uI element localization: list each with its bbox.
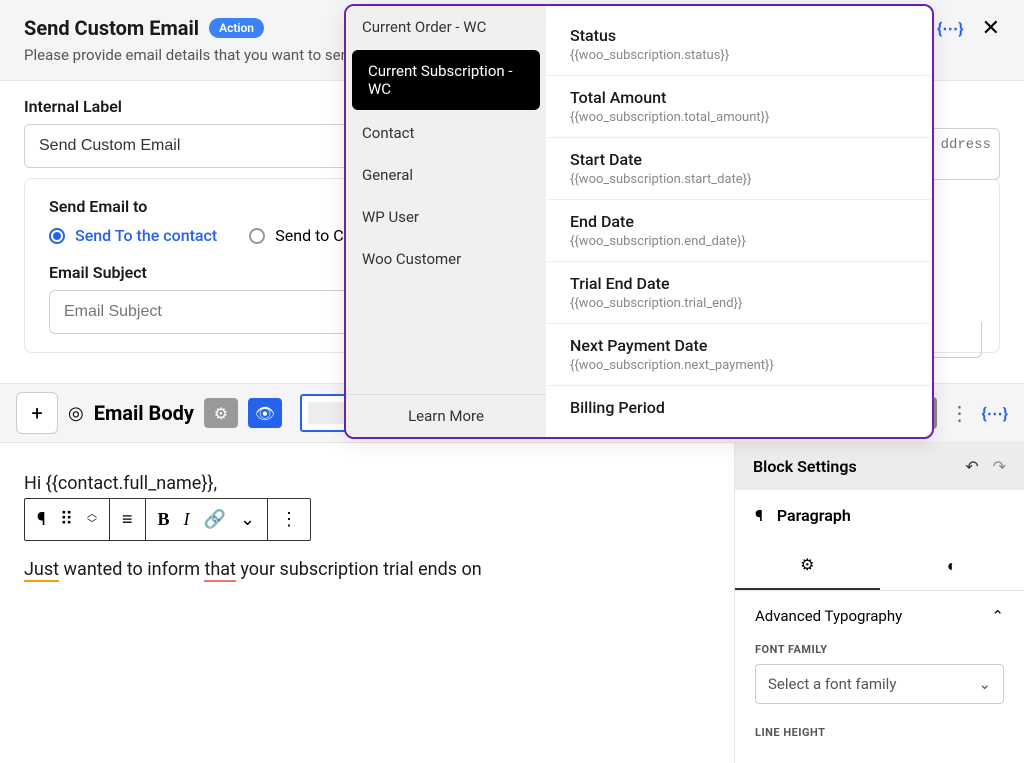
variable-item[interactable]: Start Date{{woo_subscription.start_date}…	[546, 138, 932, 200]
undo-icon[interactable]: ↶	[965, 457, 978, 476]
variable-item[interactable]: End Date{{woo_subscription.end_date}}	[546, 200, 932, 262]
body-line-1[interactable]: Just wanted to inform that your subscrip…	[24, 559, 710, 580]
font-family-label: FONT FAMILY	[755, 643, 1004, 656]
variable-item[interactable]: Billing Period	[546, 386, 932, 429]
more-icon[interactable]: ⋮	[280, 509, 298, 530]
settings-icon[interactable]: ⚙	[204, 398, 238, 428]
chevron-down-icon[interactable]: ⌄	[240, 509, 255, 530]
variable-category[interactable]: Contact	[346, 112, 546, 154]
align-icon[interactable]: ≡	[122, 509, 133, 530]
variable-item[interactable]: Status{{woo_subscription.status}}	[546, 14, 932, 76]
target-icon: ◎	[68, 403, 84, 424]
variable-item[interactable]: Next Payment Date{{woo_subscription.next…	[546, 324, 932, 386]
advanced-typography-toggle[interactable]: Advanced Typography ⌃	[755, 607, 1004, 625]
radio-label: Send To the contact	[75, 226, 217, 245]
font-family-select[interactable]: Select a font family ⌄	[755, 664, 1004, 704]
variable-list: Status{{woo_subscription.status}}Total A…	[546, 6, 932, 437]
add-block-button[interactable]: +	[16, 392, 58, 434]
variable-picker-popup: Current Order - WCCurrent Subscription -…	[344, 4, 934, 439]
variable-category[interactable]: WP User	[346, 196, 546, 238]
radio-label: Send to Cu	[275, 226, 352, 245]
italic-icon[interactable]: I	[184, 509, 190, 530]
variable-category[interactable]: General	[346, 154, 546, 196]
close-icon[interactable]: ✕	[982, 16, 1000, 41]
floating-text-toolbar: ¶ ⠿ ︿﹀ ≡ B I 🔗 ⌄ ⋮	[24, 498, 311, 541]
chevron-up-icon: ⌃	[991, 607, 1004, 625]
send-to-custom-radio[interactable]: Send to Cu	[249, 226, 352, 245]
page-title: Send Custom Email	[24, 16, 199, 40]
move-icon[interactable]: ︿﹀	[87, 510, 97, 530]
variable-category[interactable]: Current Subscription - WC	[352, 50, 540, 110]
gear-icon: ⚙	[800, 555, 814, 574]
email-canvas[interactable]: Hi {{contact.full_name}}, ¶ ⠿ ︿﹀ ≡ B I 🔗…	[0, 443, 734, 763]
insert-variable-button-2[interactable]: {⋯}	[981, 404, 1008, 423]
settings-tab[interactable]: ⚙	[735, 541, 880, 590]
variable-category[interactable]: Woo Customer	[346, 238, 546, 280]
more-options-icon[interactable]: ⋮	[949, 401, 969, 425]
block-settings-sidebar: Block Settings ↶ ↷ ¶ Paragraph ⚙ ◐ Advan…	[734, 443, 1024, 763]
link-icon[interactable]: 🔗	[204, 509, 226, 530]
contrast-icon: ◐	[947, 556, 957, 576]
chevron-down-icon: ⌄	[978, 675, 991, 693]
learn-more-link[interactable]: Learn More	[346, 394, 546, 437]
drag-handle-icon[interactable]: ⠿	[60, 509, 73, 530]
sidebar-title: Block Settings	[753, 457, 857, 476]
greeting-text: Hi {{contact.full_name}},	[24, 473, 710, 494]
insert-variable-button[interactable]: {⋯}	[937, 19, 964, 38]
bold-icon[interactable]: B	[158, 509, 170, 530]
variable-categories: Current Order - WCCurrent Subscription -…	[346, 6, 546, 437]
variable-item[interactable]: Total Amount{{woo_subscription.total_amo…	[546, 76, 932, 138]
email-body-title: Email Body	[94, 401, 194, 425]
line-height-label: LINE HEIGHT	[755, 726, 1004, 739]
paragraph-icon[interactable]: ¶	[37, 509, 46, 530]
style-tab[interactable]: ◐	[880, 541, 1024, 590]
action-badge: Action	[209, 18, 264, 38]
block-type-label: Paragraph	[777, 506, 851, 525]
send-to-contact-radio[interactable]: Send To the contact	[49, 226, 217, 245]
variable-category[interactable]: Current Order - WC	[346, 6, 546, 48]
paragraph-icon: ¶	[755, 506, 763, 525]
preview-icon[interactable]: 👁	[248, 398, 282, 428]
redo-icon[interactable]: ↷	[993, 457, 1006, 476]
variable-item[interactable]: Trial End Date{{woo_subscription.trial_e…	[546, 262, 932, 324]
